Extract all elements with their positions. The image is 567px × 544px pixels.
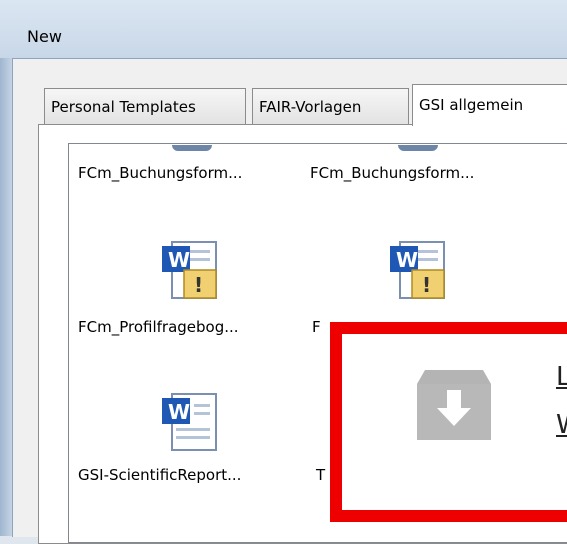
download-box-icon[interactable] bbox=[415, 366, 493, 440]
svg-text:!: ! bbox=[194, 273, 203, 297]
template-item-label: F bbox=[312, 318, 321, 336]
svg-text:W: W bbox=[168, 248, 190, 272]
tab-label: Personal Templates bbox=[51, 98, 196, 116]
tab-personal-templates[interactable]: Personal Templates bbox=[44, 88, 246, 124]
download-link[interactable]: W bbox=[556, 410, 567, 440]
svg-text:W: W bbox=[168, 400, 190, 424]
svg-text:W: W bbox=[396, 248, 418, 272]
svg-text:!: ! bbox=[422, 273, 431, 297]
tab-label: FAIR-Vorlagen bbox=[259, 98, 362, 116]
window-title: New bbox=[27, 27, 62, 46]
template-item-label: FCm_Buchungsform... bbox=[78, 164, 243, 182]
title-bar[interactable]: New bbox=[0, 0, 567, 58]
download-link[interactable]: L bbox=[556, 362, 567, 392]
word-document-icon[interactable]: W bbox=[158, 392, 220, 454]
tab-fair-vorlagen[interactable]: FAIR-Vorlagen bbox=[252, 88, 409, 124]
window-frame bbox=[0, 58, 12, 536]
template-item-label: FCm_Buchungsform... bbox=[310, 164, 475, 182]
template-item-label: T bbox=[316, 466, 326, 484]
scrolled-icon-stub bbox=[172, 145, 212, 151]
scrolled-icon-stub bbox=[398, 145, 438, 151]
tab-label: GSI allgemein bbox=[419, 96, 524, 114]
tab-gsi-allgemein[interactable]: GSI allgemein bbox=[412, 84, 567, 126]
template-item-label: GSI-ScientificReport... bbox=[78, 466, 242, 484]
template-item-label: FCm_Profilfragebog... bbox=[78, 318, 239, 336]
word-template-icon[interactable]: W ! bbox=[386, 240, 448, 302]
word-template-icon[interactable]: W ! bbox=[158, 240, 220, 302]
new-dialog-window: New Personal Templates FAIR-Vorlagen GSI… bbox=[0, 0, 567, 544]
